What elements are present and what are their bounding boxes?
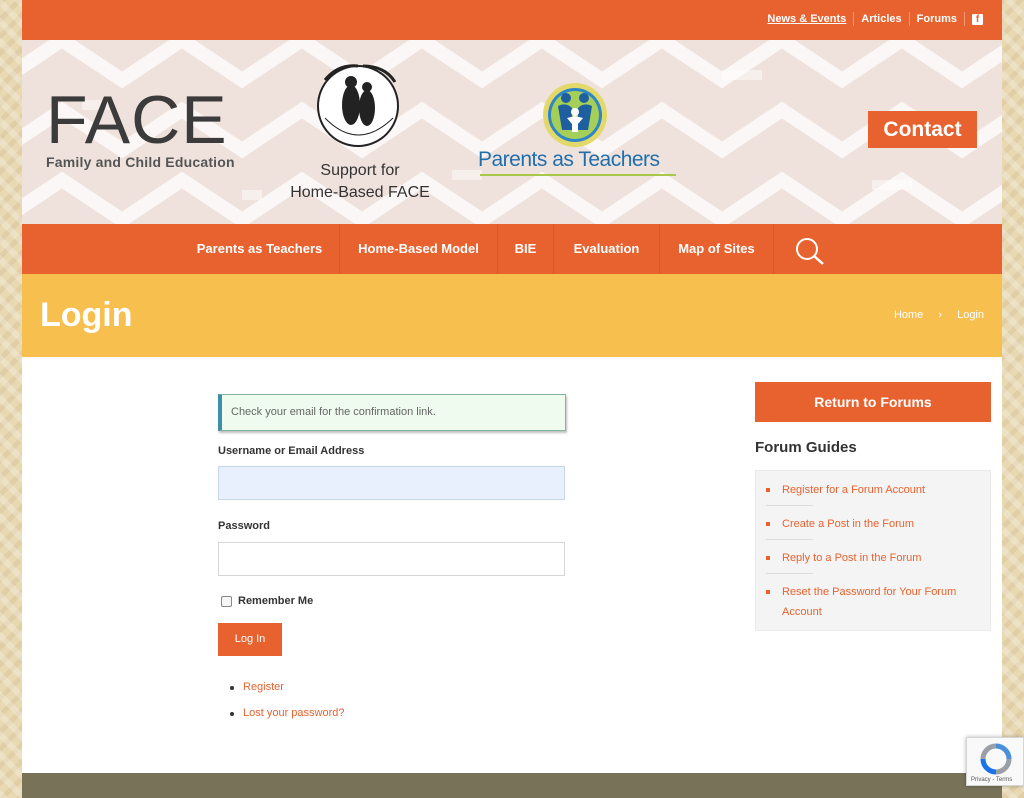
support-text: Support for Home-Based FACE (280, 160, 440, 204)
username-label: Username or Email Address (218, 445, 365, 457)
bullet-icon (766, 488, 770, 492)
divider (766, 505, 813, 506)
top-link-articles[interactable]: Articles (853, 12, 908, 26)
pat-underline (480, 174, 676, 176)
page-title: Login (40, 296, 133, 334)
guide-link[interactable]: Create a Post in the Forum (782, 518, 914, 530)
nav-map-of-sites[interactable]: Map of Sites (660, 224, 774, 274)
register-link[interactable]: Register (230, 681, 345, 693)
nav-parents-as-teachers[interactable]: Parents as Teachers (180, 224, 340, 274)
remember-me-label: Remember Me (238, 595, 314, 607)
guide-link[interactable]: Register for a Forum Account (782, 484, 925, 496)
recaptcha-terms[interactable]: Privacy - Terms (971, 777, 1012, 783)
parents-as-teachers-logo (543, 83, 607, 147)
page-container: News & Events Articles Forums f FACE Fam… (22, 0, 1002, 798)
support-line-1: Support for (320, 162, 400, 179)
chevron-right-icon: › (938, 309, 943, 321)
guide-link[interactable]: Reply to a Post in the Forum (782, 552, 921, 564)
bullet-icon (766, 556, 770, 560)
remember-me-checkbox[interactable] (221, 595, 232, 607)
breadcrumb-home[interactable]: Home (894, 309, 923, 321)
password-label: Password (218, 520, 270, 532)
top-nav: News & Events Articles Forums f (760, 12, 990, 26)
remember-me[interactable]: Remember Me (221, 595, 313, 607)
support-line-2: Home-Based FACE (290, 184, 430, 201)
return-to-forums-button[interactable]: Return to Forums (755, 382, 991, 422)
face-logo-subtitle: Family and Child Education (46, 154, 235, 170)
divider (766, 573, 813, 574)
lost-password-link[interactable]: Lost your password? (230, 707, 345, 719)
top-link-news-events[interactable]: News & Events (760, 12, 853, 26)
bullet-icon (766, 590, 770, 594)
guide-item[interactable]: Register for a Forum Account (766, 480, 976, 500)
face-logo-title: FACE (46, 82, 228, 158)
divider (766, 539, 813, 540)
top-link-forums[interactable]: Forums (908, 12, 964, 26)
account-links: Register Lost your password? (230, 681, 345, 733)
site-header: FACE Family and Child Education Support … (22, 40, 1002, 224)
parents-as-teachers-wordmark: Parents as Teachers (478, 148, 660, 171)
footer-strip (22, 773, 1002, 798)
recaptcha-badge[interactable]: Privacy - Terms (966, 737, 1024, 786)
confirmation-notice: Check your email for the confirmation li… (218, 394, 566, 431)
search-icon[interactable] (794, 237, 826, 265)
breadcrumb: Home › Login (894, 309, 984, 321)
facebook-icon: f (972, 14, 983, 25)
guide-item[interactable]: Reset the Password for Your Forum Accoun… (766, 582, 976, 622)
breadcrumb-current: Login (957, 309, 984, 321)
guide-item[interactable]: Reply to a Post in the Forum (766, 548, 976, 568)
username-input[interactable] (218, 466, 565, 500)
main-nav: Parents as Teachers Home-Based Model BIE… (22, 224, 1002, 274)
facebook-link[interactable]: f (964, 12, 990, 26)
guide-item[interactable]: Create a Post in the Forum (766, 514, 976, 534)
password-input[interactable] (218, 542, 565, 576)
nav-bie[interactable]: BIE (498, 224, 554, 274)
nav-home-based-model[interactable]: Home-Based Model (340, 224, 498, 274)
face-logo[interactable]: FACE Family and Child Education (46, 82, 235, 170)
forum-guides-list: Register for a Forum Account Create a Po… (755, 470, 991, 631)
contact-button[interactable]: Contact (868, 111, 977, 148)
bullet-icon (766, 522, 770, 526)
page-title-bar: Login Home › Login (22, 274, 1002, 357)
keeping-circle-logo (317, 64, 399, 147)
login-button[interactable]: Log In (218, 623, 282, 656)
forum-guides-title: Forum Guides (755, 439, 857, 456)
nav-evaluation[interactable]: Evaluation (554, 224, 660, 274)
top-bar: News & Events Articles Forums f (22, 0, 1002, 40)
recaptcha-icon (980, 743, 1012, 775)
guide-link[interactable]: Reset the Password for Your Forum Accoun… (782, 586, 956, 618)
